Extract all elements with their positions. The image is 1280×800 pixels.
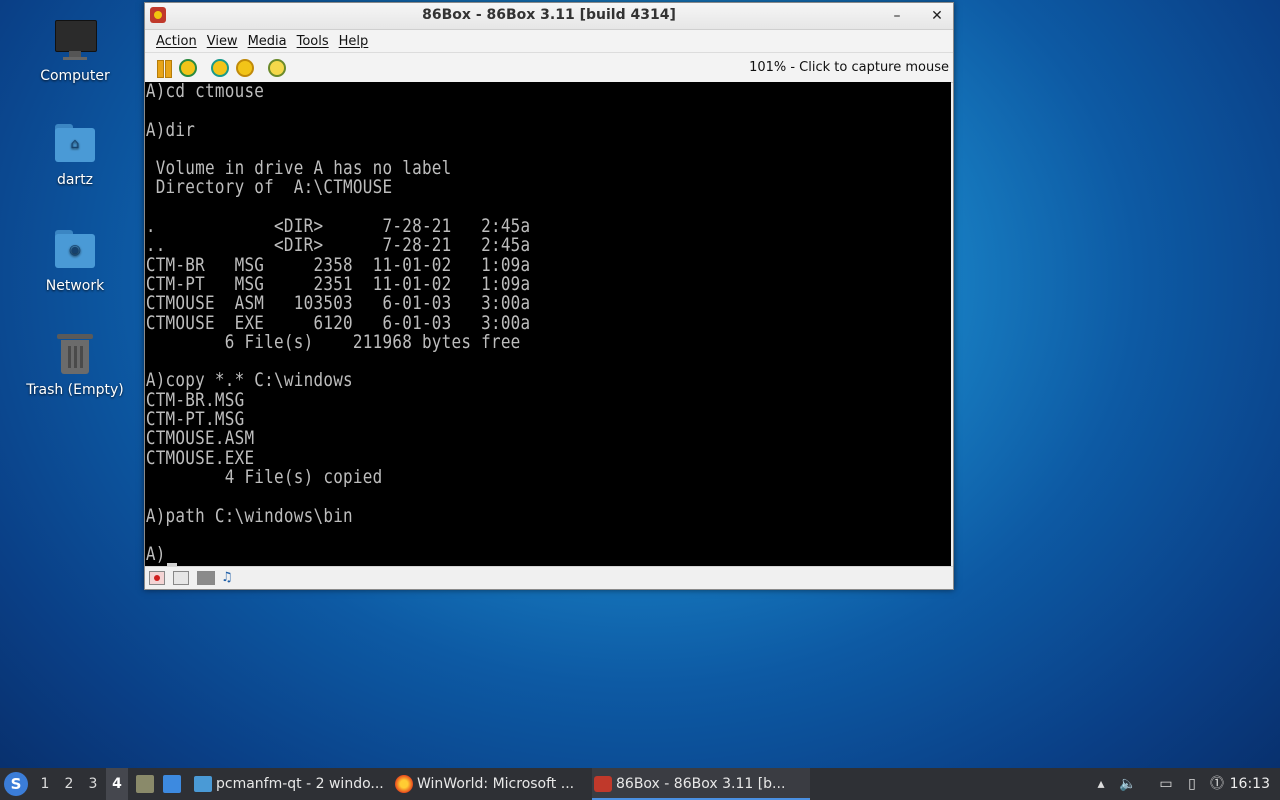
clipboard-icon[interactable]: ▯ <box>1183 775 1201 793</box>
task-86box[interactable]: 86Box - 86Box 3.11 [b... <box>592 768 810 800</box>
floppy-drive-icon[interactable] <box>149 571 165 585</box>
sound-icon[interactable]: ♫ <box>221 571 237 585</box>
desktop-icon-computer[interactable]: Computer <box>25 18 125 84</box>
task-label: WinWorld: Microsoft ... <box>417 776 575 792</box>
task-label: 86Box - 86Box 3.11 [b... <box>616 776 786 792</box>
desktop-icon-label: dartz <box>56 172 94 188</box>
clock[interactable]: 16:13 <box>1230 768 1270 800</box>
updates-icon[interactable]: ⓵ <box>1208 775 1226 793</box>
desktop-icon-network[interactable]: ◉ Network <box>25 228 125 294</box>
close-button[interactable]: ✕ <box>927 6 947 26</box>
task-firefox[interactable]: WinWorld: Microsoft ... <box>393 768 611 800</box>
window-titlebar[interactable]: 86Box - 86Box 3.11 [build 4314] – ✕ <box>145 3 953 30</box>
show-desktop-icon[interactable] <box>136 775 154 793</box>
taskbar: S 1 2 3 4 pcmanfm-qt - 2 windo... WinWor… <box>0 768 1280 800</box>
ctrl-alt-esc-button[interactable] <box>236 59 254 77</box>
menu-help[interactable]: Help <box>334 34 374 49</box>
reset-button[interactable] <box>179 59 197 77</box>
emulated-screen[interactable]: A)cd ctmouse A)dir Volume in drive A has… <box>145 82 951 567</box>
folder-icon <box>194 776 212 792</box>
menu-action[interactable]: Action <box>151 34 202 49</box>
menu-media[interactable]: Media <box>243 34 292 49</box>
workspace-1[interactable]: 1 <box>34 768 56 800</box>
desktop-icon-trash[interactable]: Trash (Empty) <box>25 332 125 398</box>
minimize-button[interactable]: – <box>887 6 907 26</box>
trash-icon <box>53 332 97 376</box>
desktop-icon-label: Trash (Empty) <box>26 382 124 398</box>
workspace-3[interactable]: 3 <box>82 768 104 800</box>
desktop-icon-label: Computer <box>40 68 110 84</box>
tray-up-arrow-icon[interactable]: ▴ <box>1092 775 1110 793</box>
menu-view[interactable]: View <box>202 34 243 49</box>
86box-icon <box>594 776 612 792</box>
settings-button[interactable] <box>268 59 286 77</box>
pause-button[interactable] <box>155 59 173 78</box>
capture-status: 101% - Click to capture mouse <box>749 60 949 75</box>
menu-bar: Action View Media Tools Help <box>145 30 953 53</box>
computer-icon <box>53 18 97 62</box>
terminal-output: A)cd ctmouse A)dir Volume in drive A has… <box>145 82 531 566</box>
file-manager-icon[interactable] <box>163 775 181 793</box>
cdrom-drive-icon[interactable] <box>173 571 189 585</box>
start-menu-button[interactable]: S <box>4 772 28 796</box>
workspace-2[interactable]: 2 <box>58 768 80 800</box>
task-label: pcmanfm-qt - 2 windo... <box>216 776 384 792</box>
menu-tools[interactable]: Tools <box>292 34 334 49</box>
network-folder-icon: ◉ <box>53 228 97 272</box>
firefox-icon <box>395 775 413 793</box>
workspace-4[interactable]: 4 <box>106 768 128 800</box>
ctrl-alt-del-button[interactable] <box>211 59 229 77</box>
desktop-icon-home[interactable]: ⌂ dartz <box>25 122 125 188</box>
window-title: 86Box - 86Box 3.11 [build 4314] <box>422 7 676 23</box>
status-bar: ♫ <box>145 566 953 589</box>
home-folder-icon: ⌂ <box>53 122 97 166</box>
volume-icon[interactable]: 🔈 <box>1119 775 1137 793</box>
hard-disk-icon[interactable] <box>197 571 215 585</box>
display-icon[interactable]: ▭ <box>1157 775 1175 793</box>
task-file-manager[interactable]: pcmanfm-qt - 2 windo... <box>192 768 412 800</box>
emulator-window: 86Box - 86Box 3.11 [build 4314] – ✕ Acti… <box>144 2 954 590</box>
toolbar: 101% - Click to capture mouse <box>145 53 953 83</box>
desktop-icon-label: Network <box>45 278 105 294</box>
